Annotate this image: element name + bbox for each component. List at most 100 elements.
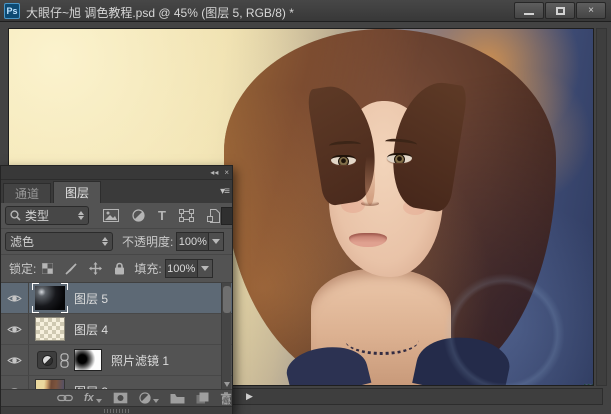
visibility-toggle[interactable] — [1, 283, 29, 313]
dropdown-arrows-icon — [102, 237, 108, 246]
selection-corner — [61, 306, 68, 313]
selection-corner — [32, 306, 39, 313]
layer-style-fx-button[interactable]: fx — [84, 392, 102, 404]
visibility-toggle[interactable] — [1, 376, 29, 389]
selection-corner — [32, 283, 39, 290]
visibility-toggle[interactable] — [1, 345, 29, 375]
filter-type-label: 类型 — [25, 209, 50, 223]
watermark-url: www.psahz.com — [585, 382, 593, 385]
caret-down-icon — [200, 266, 209, 271]
adjustment-layer-icon[interactable] — [37, 351, 57, 369]
add-layer-mask-button[interactable] — [113, 392, 128, 404]
dropdown-arrows-icon — [78, 211, 84, 220]
minimize-icon — [524, 12, 534, 15]
lock-transparent-pixels-icon[interactable] — [42, 263, 54, 274]
minimize-button[interactable] — [514, 2, 544, 19]
lock-row: 锁定: 填充: 100% — [1, 255, 232, 283]
blend-mode-dropdown[interactable]: 滤色 — [5, 232, 113, 251]
fill-label: 填充: — [134, 262, 162, 276]
new-adjustment-layer-button[interactable] — [139, 392, 159, 404]
fill-dropdown-button[interactable] — [197, 259, 213, 278]
portrait-eye-left — [331, 155, 356, 165]
link-layers-icon[interactable] — [57, 393, 73, 403]
opacity-dropdown-button[interactable] — [209, 232, 225, 251]
lock-icons — [42, 262, 125, 275]
layer-row-photo-filter[interactable]: 照片滤镜 1 — [1, 345, 232, 376]
filter-shape-layers-icon[interactable] — [178, 209, 194, 222]
half-circle-icon — [41, 354, 53, 366]
layers-panel-bottom-bar: fx — [1, 389, 232, 406]
maximize-button[interactable] — [545, 2, 575, 19]
layer-mask-thumbnail[interactable] — [74, 349, 102, 371]
new-group-folder-button[interactable] — [170, 393, 185, 404]
layer-thumbnail[interactable] — [32, 283, 68, 313]
layer-row-3[interactable]: 图层 3 — [1, 376, 232, 389]
close-button[interactable]: × — [576, 2, 606, 19]
eye-icon — [7, 294, 22, 302]
opacity-label: 不透明度: — [122, 235, 174, 249]
tab-layers[interactable]: 图层 — [53, 181, 102, 203]
caret-down-icon — [152, 399, 159, 403]
portrait-iris-left — [338, 157, 349, 165]
layer-name[interactable]: 图层 5 — [74, 290, 108, 307]
layer-thumbnail[interactable] — [35, 379, 65, 389]
filter-toggle-switch[interactable] — [221, 206, 233, 225]
opacity-value[interactable]: 100% — [176, 232, 210, 251]
selection-corner — [61, 283, 68, 290]
panel-drag-grip[interactable] — [103, 409, 130, 413]
search-icon — [10, 210, 21, 221]
layer-row-4[interactable]: 图层 4 — [1, 314, 232, 345]
layer-row-5[interactable]: 图层 5 — [1, 283, 232, 314]
eye-icon — [7, 325, 22, 333]
maximize-icon — [555, 6, 565, 15]
vertical-scrollbar[interactable] — [596, 28, 607, 386]
filter-type-layers-icon[interactable]: T — [158, 208, 166, 223]
filter-adjustment-layers-icon[interactable] — [132, 209, 145, 222]
mask-link-icon[interactable] — [60, 352, 69, 368]
blend-mode-row: 滤色 不透明度: 100% — [1, 229, 232, 255]
layer-list-scrollbar[interactable] — [221, 283, 231, 389]
caret-down-icon — [212, 239, 221, 244]
scrollbar-thumb[interactable] — [223, 286, 231, 313]
portrait-iris-right — [394, 155, 405, 163]
lock-position-move-icon[interactable] — [89, 262, 103, 275]
layer-filter-row: 类型 T — [1, 203, 233, 229]
layer-name[interactable]: 图层 4 — [74, 321, 108, 338]
collapse-panel-icon[interactable]: ◂◂ — [210, 168, 218, 177]
panel-header: ◂◂ × — [1, 166, 232, 180]
fill-value[interactable]: 100% — [164, 259, 198, 278]
portrait-eye-right — [387, 153, 412, 163]
window-controls: × — [513, 2, 606, 19]
scrollbar-down-arrow[interactable] — [224, 382, 230, 387]
filter-smart-objects-icon[interactable] — [206, 208, 220, 223]
window-titlebar[interactable]: Ps 大眼仔~旭 调色教程.psd @ 45% (图层 5, RGB/8) * … — [0, 0, 611, 22]
eye-icon — [7, 356, 22, 364]
blend-mode-value: 滤色 — [10, 235, 35, 249]
layer-name[interactable]: 照片滤镜 1 — [111, 352, 169, 369]
close-panel-icon[interactable]: × — [224, 168, 229, 177]
document-title: 大眼仔~旭 调色教程.psd @ 45% (图层 5, RGB/8) * — [26, 6, 294, 20]
lock-image-pixels-brush-icon[interactable] — [65, 262, 77, 275]
status-menu-arrow[interactable]: ▶ — [246, 391, 253, 402]
filter-pixel-layers-icon[interactable] — [103, 209, 119, 222]
visibility-toggle[interactable] — [1, 314, 29, 344]
portrait-nose — [365, 151, 375, 205]
tab-channels[interactable]: 通道 — [3, 183, 52, 203]
panel-resize-grip[interactable] — [222, 396, 231, 405]
panel-menu-icon[interactable]: ▾≡ — [220, 186, 230, 197]
panel-footer — [1, 406, 232, 414]
lens-flare — [439, 269, 569, 385]
lock-label: 锁定: — [9, 262, 37, 276]
filter-icons: T — [103, 208, 220, 223]
layer-thumbnail[interactable] — [35, 317, 65, 341]
panel-tabs: 通道 图层 ▾≡ — [1, 180, 232, 203]
photoshop-app-icon: Ps — [4, 3, 20, 19]
layers-panel: ◂◂ × 通道 图层 ▾≡ 类型 T 滤色 不透明度: 100% 锁定: 填充:… — [0, 165, 233, 414]
filter-type-dropdown[interactable]: 类型 — [5, 206, 89, 225]
new-layer-button[interactable] — [196, 392, 209, 404]
lock-all-padlock-icon[interactable] — [114, 262, 125, 275]
photoshop-window: Ps 大眼仔~旭 调色教程.psd @ 45% (图层 5, RGB/8) * … — [0, 0, 611, 414]
caret-down-icon — [95, 399, 102, 403]
portrait-nostrils — [361, 201, 379, 206]
layer-list: 图层 5 图层 4 照片滤镜 1 — [1, 283, 232, 389]
